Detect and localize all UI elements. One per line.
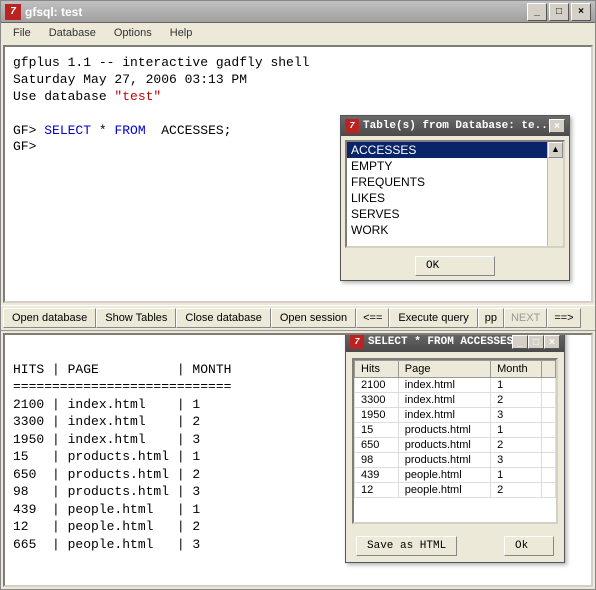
tables-popup: 7 Table(s) from Database: te... × ACCESS… bbox=[340, 115, 570, 281]
col-page[interactable]: Page bbox=[398, 361, 490, 378]
menu-file[interactable]: File bbox=[5, 25, 39, 41]
banner-line: gfplus 1.1 -- interactive gadfly shell bbox=[13, 55, 583, 72]
result-popup-title: SELECT * FROM ACCESSES; bbox=[368, 336, 512, 348]
table-item-work[interactable]: WORK bbox=[347, 222, 563, 238]
table-row[interactable]: 15products.html1 bbox=[355, 423, 556, 438]
table-row[interactable]: 439people.html1 bbox=[355, 468, 556, 483]
show-tables-button[interactable]: Show Tables bbox=[96, 308, 176, 328]
table-row[interactable]: 3300index.html2 bbox=[355, 393, 556, 408]
tables-popup-close[interactable]: × bbox=[549, 119, 565, 133]
result-table-wrap: Hits Page Month 2100index.html13300index… bbox=[352, 358, 558, 524]
col-month[interactable]: Month bbox=[491, 361, 542, 378]
result-ok-button[interactable]: Ok bbox=[504, 536, 554, 556]
tables-popup-title: Table(s) from Database: te... bbox=[363, 120, 549, 132]
titlebar: 7 gfsql: test _ □ × bbox=[1, 1, 595, 23]
result-close-button[interactable]: × bbox=[544, 335, 560, 349]
app-icon: 7 bbox=[345, 119, 359, 133]
open-session-button[interactable]: Open session bbox=[271, 308, 356, 328]
table-item-frequents[interactable]: FREQUENTS bbox=[347, 174, 563, 190]
col-spacer bbox=[542, 361, 556, 378]
table-row[interactable]: 98products.html3 bbox=[355, 453, 556, 468]
shell-area[interactable]: gfplus 1.1 -- interactive gadfly shell S… bbox=[3, 45, 593, 303]
col-hits[interactable]: Hits bbox=[355, 361, 399, 378]
execute-query-button[interactable]: Execute query bbox=[389, 308, 477, 328]
main-window: 7 gfsql: test _ □ × File Database Option… bbox=[0, 0, 596, 590]
pp-button[interactable]: pp bbox=[478, 308, 504, 328]
open-database-button[interactable]: Open database bbox=[3, 308, 96, 328]
window-title: gfsql: test bbox=[25, 5, 527, 19]
results-area: HITS | PAGE | MONTH ====================… bbox=[3, 333, 593, 587]
result-popup: 7 SELECT * FROM ACCESSES; _ □ × Hits Pag… bbox=[345, 333, 565, 563]
save-as-html-button[interactable]: Save as HTML bbox=[356, 536, 457, 556]
menubar: File Database Options Help bbox=[1, 23, 595, 43]
window-controls: _ □ × bbox=[527, 3, 591, 21]
minimize-button[interactable]: _ bbox=[527, 3, 547, 21]
table-row[interactable]: 2100index.html1 bbox=[355, 378, 556, 393]
result-header-row: Hits Page Month bbox=[355, 361, 556, 378]
use-db-line: Use database "test" bbox=[13, 89, 583, 106]
table-row[interactable]: 650products.html2 bbox=[355, 438, 556, 453]
app-icon: 7 bbox=[5, 4, 21, 20]
menu-options[interactable]: Options bbox=[106, 25, 160, 41]
result-maximize-button[interactable]: □ bbox=[528, 335, 544, 349]
app-icon: 7 bbox=[350, 335, 364, 349]
menu-help[interactable]: Help bbox=[162, 25, 201, 41]
table-item-likes[interactable]: LIKES bbox=[347, 190, 563, 206]
tables-scrollbar[interactable]: ▲ bbox=[547, 142, 563, 246]
tables-listbox[interactable]: ACCESSES EMPTY FREQUENTS LIKES SERVES WO… bbox=[345, 140, 565, 248]
table-item-serves[interactable]: SERVES bbox=[347, 206, 563, 222]
close-database-button[interactable]: Close database bbox=[176, 308, 270, 328]
tables-ok-button[interactable]: OK bbox=[415, 256, 495, 276]
maximize-button[interactable]: □ bbox=[549, 3, 569, 21]
table-item-accesses[interactable]: ACCESSES bbox=[347, 142, 563, 158]
date-line: Saturday May 27, 2006 03:13 PM bbox=[13, 72, 583, 89]
result-table: Hits Page Month 2100index.html13300index… bbox=[354, 360, 556, 498]
table-row[interactable]: 1950index.html3 bbox=[355, 408, 556, 423]
forward-button[interactable]: ==> bbox=[547, 308, 580, 328]
table-row[interactable]: 12people.html2 bbox=[355, 483, 556, 498]
result-minimize-button[interactable]: _ bbox=[512, 335, 528, 349]
tables-popup-titlebar: 7 Table(s) from Database: te... × bbox=[341, 116, 569, 136]
toolbar: Open database Show Tables Close database… bbox=[1, 305, 595, 331]
table-item-empty[interactable]: EMPTY bbox=[347, 158, 563, 174]
scroll-up-icon[interactable]: ▲ bbox=[548, 142, 563, 158]
next-button[interactable]: NEXT bbox=[504, 308, 547, 328]
close-button[interactable]: × bbox=[571, 3, 591, 21]
menu-database[interactable]: Database bbox=[41, 25, 104, 41]
back-button[interactable]: <== bbox=[356, 308, 389, 328]
result-popup-titlebar: 7 SELECT * FROM ACCESSES; _ □ × bbox=[346, 333, 564, 352]
